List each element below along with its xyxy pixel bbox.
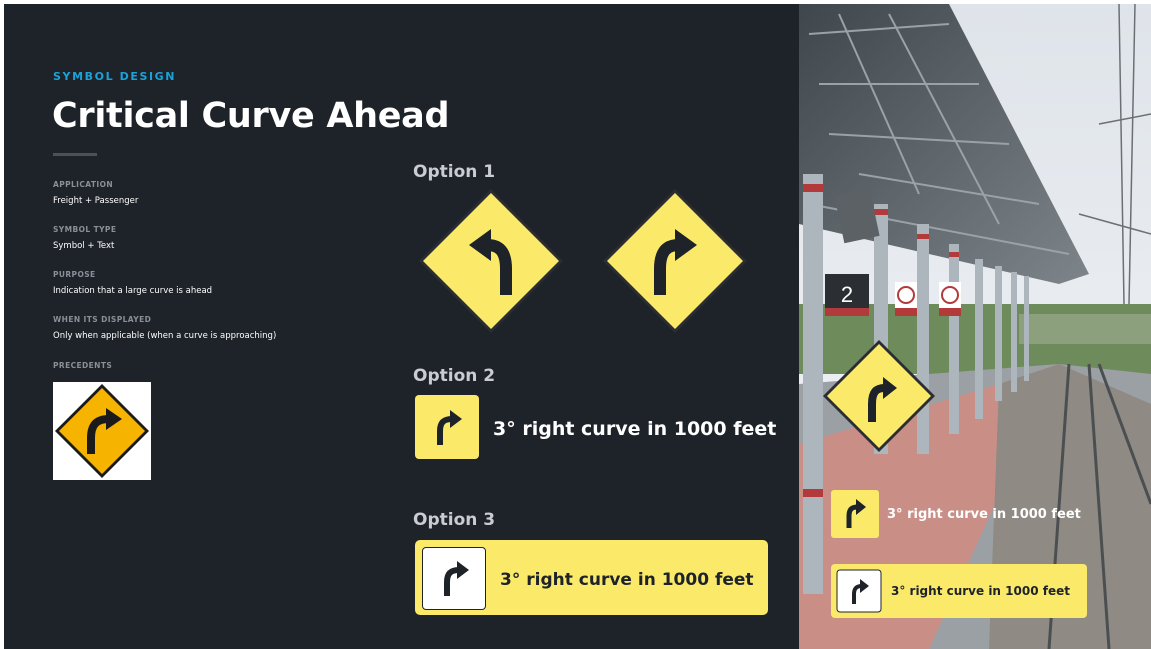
info-value-when-displayed: Only when applicable (when a curve is ap… <box>53 331 277 341</box>
platform-scene: 2 3° right curve in 1000 feet 3° right c… <box>799 4 1151 649</box>
info-value-purpose: Indication that a large curve is ahead <box>53 286 213 296</box>
right-curve-arrow-icon <box>444 561 469 596</box>
info-label-when-displayed: WHEN ITS DISPLAYED <box>53 315 152 324</box>
option-2-label: Option 2 <box>413 366 496 386</box>
option-1-right-sign <box>603 189 747 333</box>
photo-sign-text-2: 3° right curve in 1000 feet <box>891 584 1070 598</box>
info-label-precedents: PRECEDENTS <box>53 361 113 370</box>
platform-number: 2 <box>841 282 853 307</box>
info-value-symbol-type: Symbol + Text <box>53 241 115 251</box>
info-label-symbol-type: SYMBOL TYPE <box>53 225 117 234</box>
option-3-label: Option 3 <box>413 510 496 530</box>
photo-square-sign <box>831 490 879 538</box>
right-curve-arrow-icon <box>437 410 462 445</box>
photo-sign-text-1: 3° right curve in 1000 feet <box>887 507 1081 522</box>
option-2-text: 3° right curve in 1000 feet <box>493 418 777 440</box>
photo-bar-sign: 3° right curve in 1000 feet <box>831 564 1087 618</box>
option-3-sign: 3° right curve in 1000 feet <box>415 540 768 615</box>
eyebrow: SYMBOL DESIGN <box>53 70 177 83</box>
info-label-application: APPLICATION <box>53 180 114 189</box>
slide: SYMBOL DESIGN Critical Curve Ahead APPLI… <box>4 4 1151 649</box>
precedent-image <box>53 382 151 480</box>
info-value-application: Freight + Passenger <box>53 196 139 206</box>
info-label-purpose: PURPOSE <box>53 270 96 279</box>
option-1-left-sign <box>419 189 563 333</box>
option-2-sign <box>415 395 479 459</box>
option-1-label: Option 1 <box>413 162 496 182</box>
option-3-icon-box <box>422 547 486 610</box>
precedent-sign <box>55 384 149 478</box>
option-3-text: 3° right curve in 1000 feet <box>500 570 754 590</box>
page-title: Critical Curve Ahead <box>52 96 450 136</box>
station-platform-photo: 2 3° right curve in 1000 feet 3° right c… <box>799 4 1151 649</box>
title-divider <box>53 153 97 156</box>
